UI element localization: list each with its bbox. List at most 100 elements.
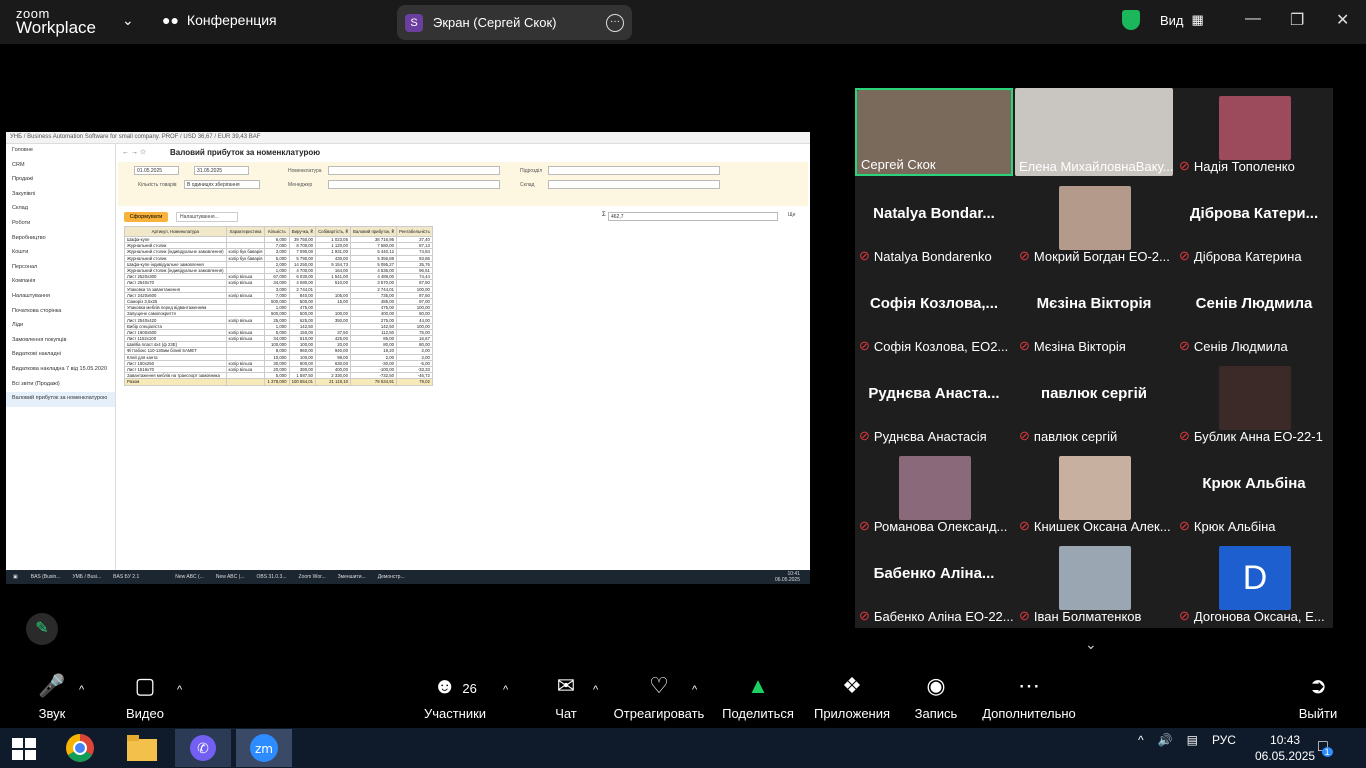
audio-button[interactable]: 🎤 Звук bbox=[30, 668, 74, 721]
quantity-select[interactable]: В одиницях зберігання bbox=[184, 180, 260, 189]
shared-sidebar-item[interactable]: Замовлення покупців bbox=[6, 334, 115, 349]
table-column-header[interactable]: Характеристика bbox=[225, 226, 266, 237]
shared-sidebar-item[interactable]: Всі звіти (Продажі) bbox=[6, 378, 115, 393]
nav-arrows-icon[interactable]: ← → ☆ bbox=[122, 148, 146, 156]
annotate-pencil-icon[interactable]: ✎ bbox=[26, 613, 58, 645]
shared-sidebar-item[interactable]: Компанія bbox=[6, 275, 115, 290]
table-row[interactable]: Завантаження меблів на транспорт замовни… bbox=[124, 372, 433, 380]
notification-icon[interactable]: □1 bbox=[1318, 738, 1339, 757]
minimize-icon[interactable]: — bbox=[1245, 10, 1261, 28]
shared-sidebar-item[interactable]: Ліди bbox=[6, 319, 115, 334]
leave-button[interactable]: ➲ Выйти bbox=[1296, 668, 1340, 721]
screen-share-pill[interactable]: S Экран (Сергей Скок) ··· bbox=[397, 5, 632, 40]
shared-sidebar-item[interactable]: Видаткові накладні bbox=[6, 348, 115, 363]
date-to-field[interactable]: 31.05.2025 bbox=[194, 166, 249, 175]
table-row[interactable]: Упаковка меблів перед відвантаженням 1,00… bbox=[124, 304, 433, 312]
shared-sidebar-item[interactable]: Роботи bbox=[6, 217, 115, 232]
participant-tile[interactable]: Сенів Людмила ⊘ Сенів Людмила bbox=[1175, 268, 1333, 356]
shared-taskbar-app[interactable]: New ABC (... bbox=[172, 574, 207, 580]
close-icon[interactable]: ✕ bbox=[1336, 10, 1349, 30]
table-row[interactable]: Журнальний столик (індивідуальне замовле… bbox=[124, 266, 433, 275]
chrome-icon[interactable] bbox=[52, 729, 108, 767]
participant-tile[interactable]: ⊘ Романова Олександ... bbox=[855, 448, 1013, 536]
meeting-info-button[interactable]: ●● Конференция bbox=[162, 12, 277, 28]
participant-tile[interactable]: ⊘ Надія Тополенко bbox=[1175, 88, 1333, 176]
network-icon[interactable]: ▤ bbox=[1187, 733, 1198, 747]
shared-taskbar-app[interactable] bbox=[160, 574, 166, 580]
volume-icon[interactable]: 🔊 bbox=[1158, 733, 1173, 747]
table-column-header[interactable]: Кількість bbox=[264, 226, 290, 237]
warehouse-field[interactable] bbox=[548, 180, 720, 189]
shared-sidebar-item[interactable]: Кошти bbox=[6, 246, 115, 261]
shared-sidebar-item[interactable]: Головне bbox=[6, 144, 115, 159]
table-row[interactable]: Журнальний столик (індивідуальне замовле… bbox=[124, 248, 433, 256]
participant-tile[interactable]: ⊘ Іван Болматенков bbox=[1015, 538, 1173, 626]
participant-tile[interactable]: Руднєва Анаста... ⊘ Руднєва Анастасія bbox=[855, 358, 1013, 446]
system-clock[interactable]: 10:43 06.05.2025 bbox=[1255, 732, 1315, 764]
chevron-up-icon[interactable]: ^ bbox=[692, 684, 697, 696]
table-row[interactable]: Фіттабокс 110-130мм білий SAMET 8,000 960,… bbox=[124, 347, 433, 355]
shared-sidebar-item[interactable]: Валовий прибуток за номенклатурою bbox=[6, 392, 115, 407]
share-button[interactable]: ▲ Поделиться bbox=[720, 668, 796, 721]
record-button[interactable]: ◉ Запись bbox=[910, 668, 962, 721]
participant-tile[interactable]: Natalya Bondar... ⊘ Natalya Bondarenko bbox=[855, 178, 1013, 266]
table-row[interactable]: Разом 1 378,000 100 654,01 21 119,10 79 534,… bbox=[124, 378, 433, 386]
windows-start-icon[interactable] bbox=[12, 738, 36, 760]
participant-tile[interactable]: Бабенко Аліна... ⊘ Бабенко Аліна ЕО-22... bbox=[855, 538, 1013, 626]
settings-button[interactable]: Налаштування... bbox=[176, 212, 238, 222]
participant-tile[interactable]: ⊘ Книшек Оксана Алек... bbox=[1015, 448, 1173, 536]
generate-report-button[interactable]: Сформувати bbox=[124, 212, 168, 222]
participant-tile[interactable]: Крюк Альбіна ⊘ Крюк Альбіна bbox=[1175, 448, 1333, 536]
shared-taskbar-app[interactable]: BAS (Busin... bbox=[28, 574, 64, 580]
shared-sidebar-item[interactable]: Початкова сторінка bbox=[6, 305, 115, 320]
file-explorer-icon[interactable] bbox=[114, 729, 170, 767]
date-from-field[interactable]: 01.05.2025 bbox=[134, 166, 179, 175]
table-column-header[interactable]: Виручка, ₴ bbox=[288, 226, 317, 237]
participant-tile[interactable]: Сергей Скок bbox=[855, 88, 1013, 176]
shared-taskbar-app[interactable]: OBS 31.0.3... bbox=[253, 574, 289, 580]
table-column-header[interactable]: Собівартість, ₴ bbox=[315, 226, 351, 237]
security-shield-icon[interactable] bbox=[1122, 10, 1140, 30]
participant-tile[interactable]: ⊘ Бублик Анна ЕО-22-1 bbox=[1175, 358, 1333, 446]
table-column-header[interactable]: Рентабельність bbox=[396, 226, 433, 237]
table-column-header[interactable]: Валовий прибуток, ₴ bbox=[349, 226, 398, 237]
restore-icon[interactable]: ❐ bbox=[1290, 10, 1304, 30]
chevron-up-icon[interactable]: ^ bbox=[593, 684, 598, 696]
shared-sidebar-item[interactable]: Закупівлі bbox=[6, 188, 115, 203]
view-button[interactable]: Вид ▦ bbox=[1160, 12, 1204, 28]
viber-icon[interactable]: ✆ bbox=[175, 729, 231, 767]
shared-taskbar-app[interactable]: Zoom Wor... bbox=[296, 574, 329, 580]
shared-sidebar-item[interactable]: CRM bbox=[6, 159, 115, 174]
shared-taskbar-app[interactable]: УМБ / Busi... bbox=[69, 574, 104, 580]
shared-taskbar-app[interactable] bbox=[148, 574, 154, 580]
participant-tile[interactable]: Мєзіна Вікторія ⊘ Мєзіна Вікторія bbox=[1015, 268, 1173, 356]
chevron-up-icon[interactable]: ^ bbox=[1138, 733, 1144, 747]
participants-button[interactable]: ☻ 26 Участники bbox=[420, 668, 490, 721]
shared-taskbar-app[interactable]: New ABC (... bbox=[213, 574, 248, 580]
more-button[interactable]: ⋯ Дополнительно bbox=[980, 668, 1078, 721]
chevron-up-icon[interactable]: ^ bbox=[79, 684, 84, 696]
manager-field[interactable] bbox=[328, 180, 500, 189]
participant-tile[interactable]: Софія Козлова,... ⊘ Софія Козлова, ЕО2... bbox=[855, 268, 1013, 356]
shared-taskbar-app[interactable]: Зменшити... bbox=[335, 574, 369, 580]
chevron-down-icon[interactable]: ⌄ bbox=[122, 12, 134, 29]
participant-tile[interactable]: павлюк сергій ⊘ павлюк сергій bbox=[1015, 358, 1173, 446]
shared-sidebar-item[interactable]: Налаштування bbox=[6, 290, 115, 305]
chevron-up-icon[interactable]: ^ bbox=[503, 684, 508, 696]
table-column-header[interactable]: Артикул, Номенклатура bbox=[124, 226, 227, 237]
shared-taskbar-app[interactable]: BAS БУ 2.1 bbox=[110, 574, 142, 580]
shared-sidebar-item[interactable]: Склад bbox=[6, 202, 115, 217]
table-row[interactable]: Шайба пласт.4х4 (ф 23Е) 100,000 100,00 20,0… bbox=[124, 341, 433, 349]
participant-tile[interactable]: D ⊘ Догонова Оксана, Е... bbox=[1175, 538, 1333, 626]
participant-tile[interactable]: Елена МихайловнаВаку... bbox=[1015, 88, 1173, 176]
nomenclature-field[interactable] bbox=[328, 166, 500, 175]
shared-sidebar-item[interactable]: Видаткова накладна 7 від 15.05.2020 bbox=[6, 363, 115, 378]
table-row[interactable]: Упаковка та завантаження 3,000 2 744,01 2 7… bbox=[124, 285, 433, 293]
zoom-taskbar-icon[interactable]: zm bbox=[236, 729, 292, 767]
more-button[interactable]: Ще bbox=[788, 212, 795, 218]
shared-sidebar-item[interactable]: Виробництво bbox=[6, 232, 115, 247]
participant-tile[interactable]: Діброва Катери... ⊘ Діброва Катерина bbox=[1175, 178, 1333, 266]
apps-button[interactable]: ❖ Приложения bbox=[812, 668, 892, 721]
language-indicator[interactable]: РУС bbox=[1212, 733, 1236, 747]
subdivision-field[interactable] bbox=[548, 166, 720, 175]
